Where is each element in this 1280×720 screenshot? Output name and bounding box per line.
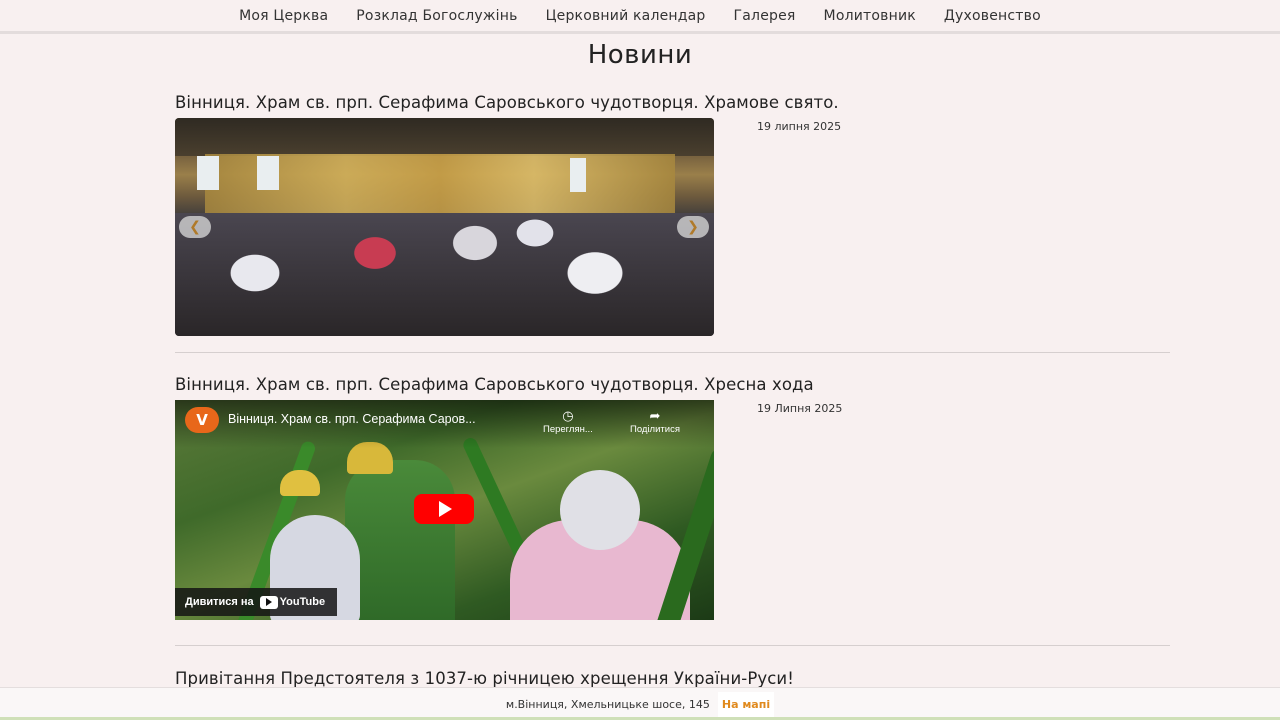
play-button[interactable] bbox=[414, 494, 474, 524]
youtube-logo-text: YouTube bbox=[279, 596, 326, 608]
watch-on-label: Дивитися на bbox=[185, 596, 254, 608]
video-title[interactable]: Вінниця. Храм св. прп. Серафима Саров... bbox=[228, 412, 476, 426]
news-title-1[interactable]: Вінниця. Храм св. прп. Серафима Саровськ… bbox=[175, 93, 839, 112]
church-ceiling bbox=[175, 118, 714, 156]
news-title-3[interactable]: Привітання Предстоятеля з 1037-ю річнице… bbox=[175, 669, 794, 688]
map-link[interactable]: На мапі bbox=[717, 691, 775, 717]
share-label: Поділитися bbox=[630, 424, 680, 435]
nav-item-prayer-book[interactable]: Молитовник bbox=[824, 8, 916, 24]
footer-address: м.Вінниця, Хмельницьке шосе, 145 bbox=[505, 697, 710, 711]
chevron-left-icon[interactable]: ❮ bbox=[179, 216, 211, 238]
news-date-1: 19 липня 2025 bbox=[757, 120, 842, 133]
footer-bar: м.Вінниця, Хмельницьке шосе, 145 На мапі bbox=[0, 687, 1280, 720]
video-figure-mitre bbox=[280, 470, 320, 496]
page-title: Новини bbox=[587, 40, 693, 70]
watch-later-button[interactable]: ◷ Переглян... bbox=[543, 408, 593, 435]
church-window bbox=[197, 156, 219, 190]
congregation-crowd bbox=[175, 213, 714, 336]
channel-avatar[interactable]: V bbox=[185, 407, 219, 433]
church-window bbox=[257, 156, 279, 190]
main-navigation: Моя Церква Розклад Богослужінь Церковний… bbox=[0, 0, 1280, 34]
nav-item-church-calendar[interactable]: Церковний календар bbox=[546, 8, 706, 24]
nav-item-my-church[interactable]: Моя Церква bbox=[239, 8, 328, 24]
clock-icon: ◷ bbox=[562, 408, 574, 423]
video-figure-scarf bbox=[560, 470, 640, 550]
share-icon: ➦ bbox=[649, 408, 661, 423]
watch-later-label: Переглян... bbox=[543, 424, 593, 435]
share-button[interactable]: ➦ Поділитися bbox=[630, 408, 680, 435]
play-icon bbox=[439, 501, 452, 517]
news-divider bbox=[175, 645, 1170, 646]
news-photo-carousel[interactable]: ❮ ❯ bbox=[175, 118, 714, 336]
chevron-right-icon[interactable]: ❯ bbox=[677, 216, 709, 238]
nav-item-gallery[interactable]: Галерея bbox=[734, 8, 796, 24]
nav-item-clergy[interactable]: Духовенство bbox=[944, 8, 1041, 24]
news-divider bbox=[175, 352, 1170, 353]
watch-on-youtube-button[interactable]: Дивитися на YouTube bbox=[175, 588, 338, 616]
youtube-logo-icon: YouTube bbox=[259, 595, 326, 609]
nav-item-service-schedule[interactable]: Розклад Богослужінь bbox=[356, 8, 517, 24]
news-title-2[interactable]: Вінниця. Храм св. прп. Серафима Саровськ… bbox=[175, 375, 814, 394]
youtube-video-player[interactable]: V Вінниця. Храм св. прп. Серафима Саров.… bbox=[175, 400, 714, 620]
news-date-2: 19 Липня 2025 bbox=[757, 402, 843, 415]
video-figure-robe bbox=[345, 460, 455, 620]
church-window bbox=[570, 158, 586, 192]
